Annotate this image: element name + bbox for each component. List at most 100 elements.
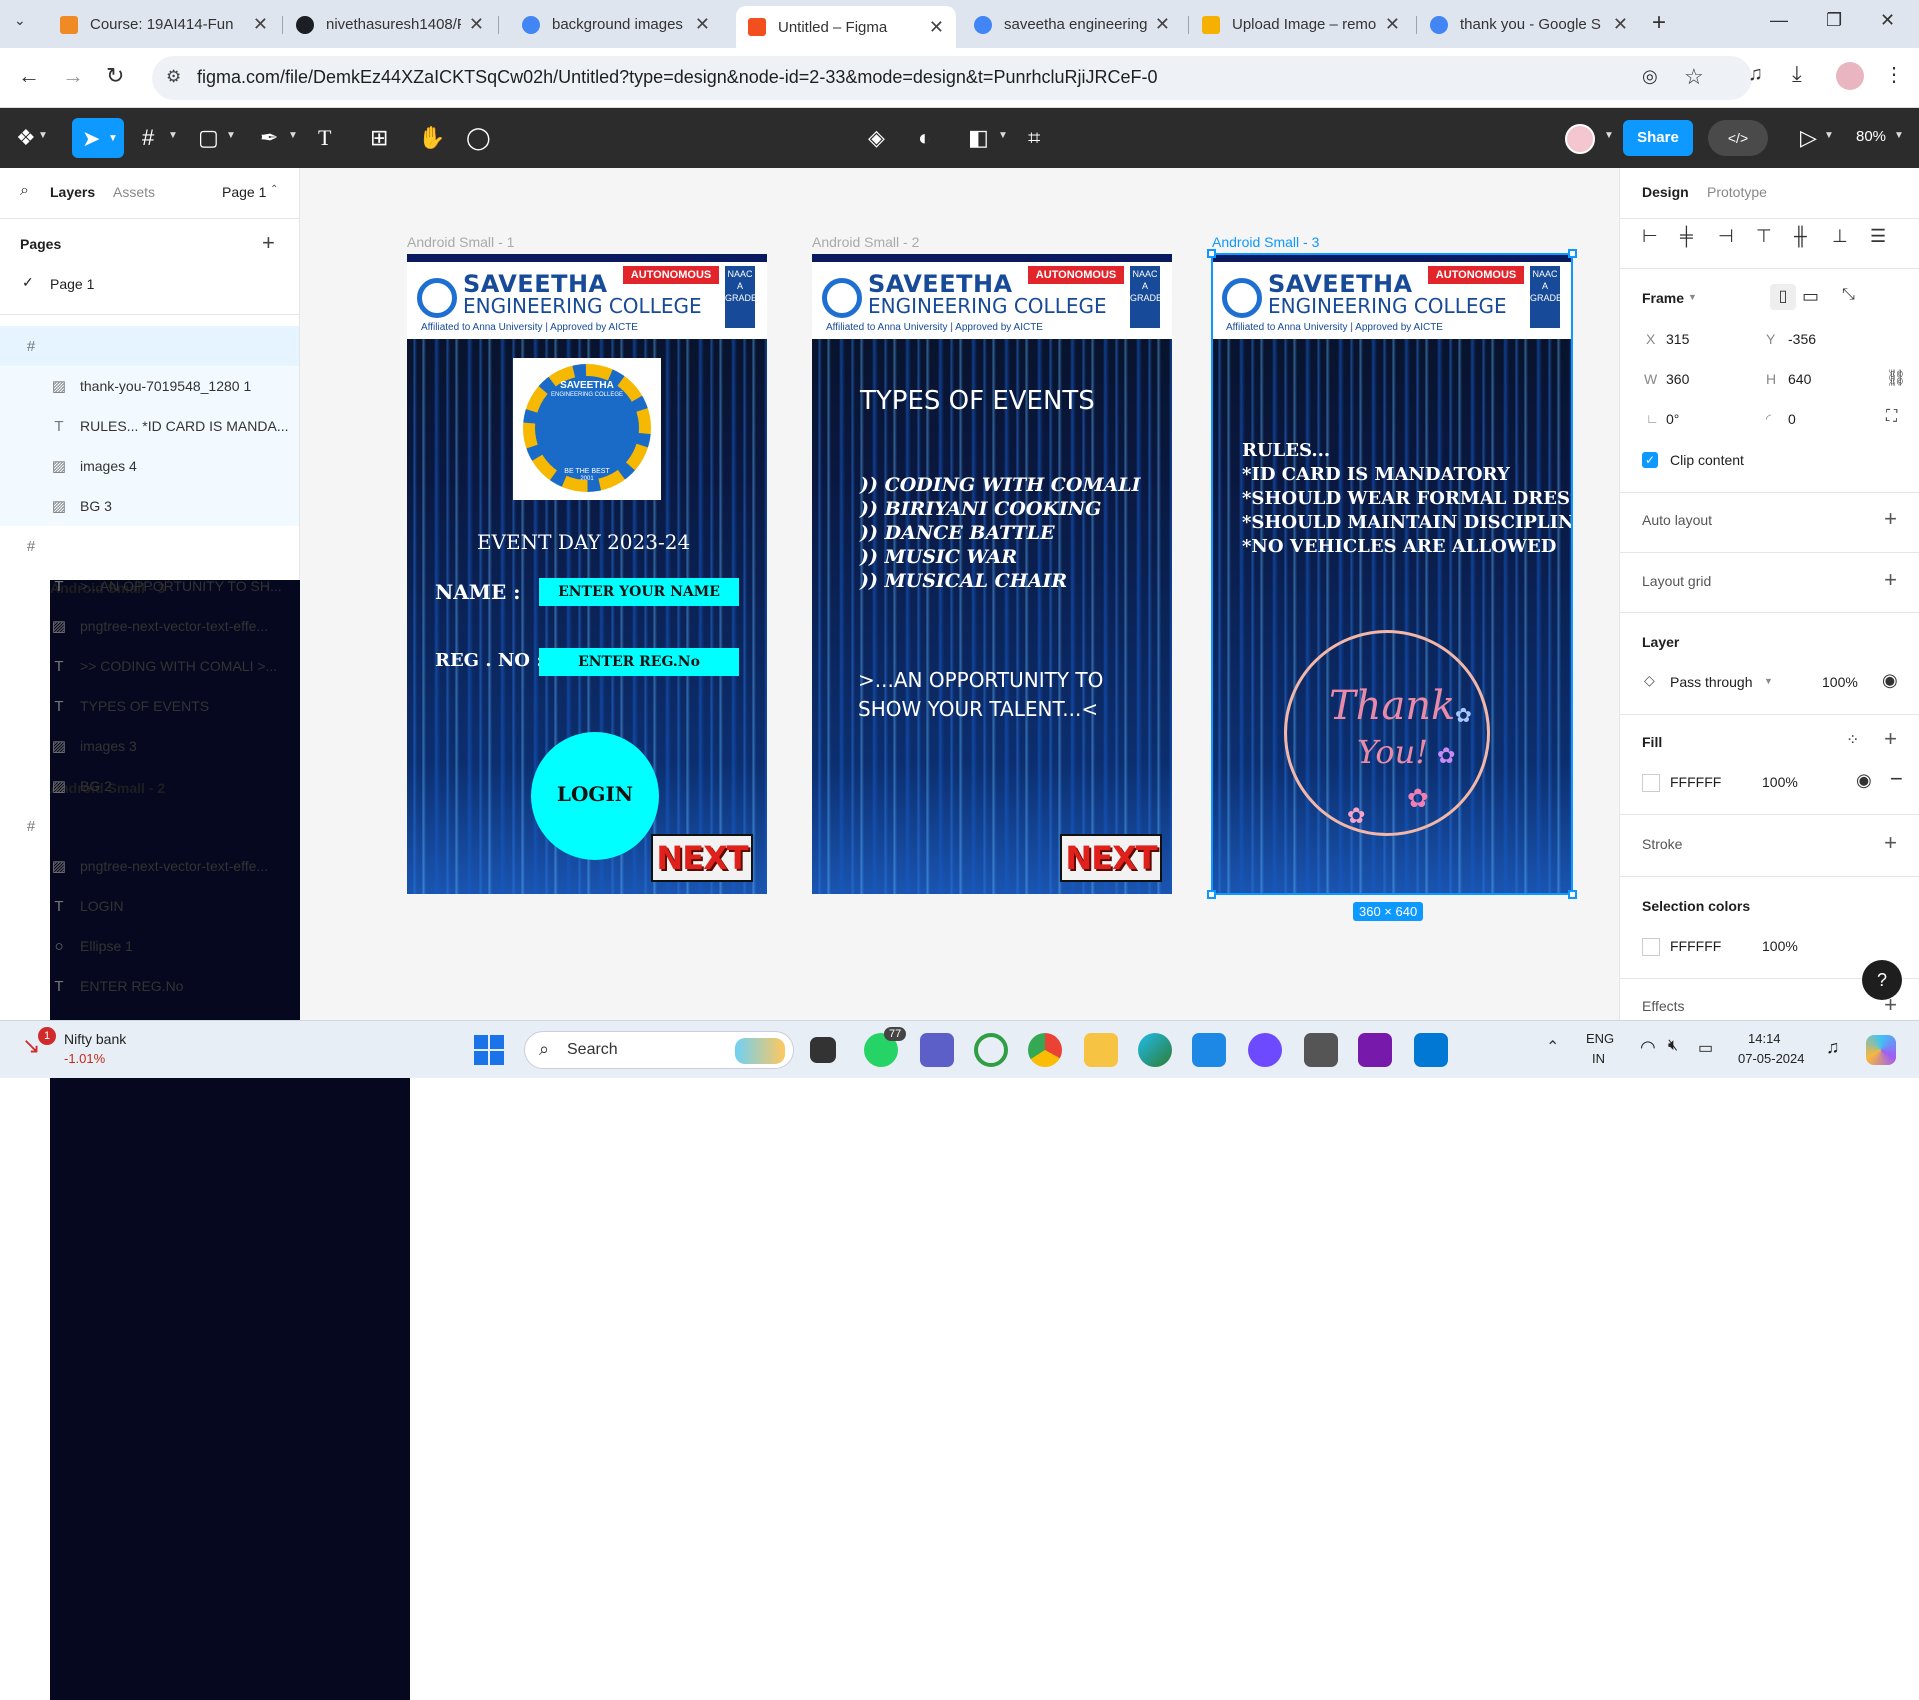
reload-icon[interactable]: ↻ <box>106 63 124 89</box>
crop-icon[interactable]: ⌗ <box>1028 125 1040 151</box>
align-middle-v-icon[interactable]: ╫ <box>1794 226 1807 247</box>
layer-item[interactable]: ▨ images 3 <box>0 726 299 766</box>
resize-handle[interactable] <box>1207 890 1216 899</box>
layer-item[interactable]: T RULES... *ID CARD IS MANDA... <box>0 406 299 446</box>
clock-date[interactable]: 07-05-2024 <box>1738 1051 1805 1066</box>
chevron-down-icon[interactable]: ▼ <box>1764 676 1773 686</box>
volume-muted-icon[interactable]: 🔇︎ <box>1668 1037 1678 1055</box>
clock-time[interactable]: 14:14 <box>1748 1031 1781 1046</box>
download-icon[interactable]: ⤓ <box>1792 61 1802 87</box>
chevron-up-icon[interactable]: ⌃ <box>1546 1037 1559 1057</box>
browser-tab[interactable]: thank you - Google S ✕ <box>1418 7 1640 42</box>
move-tool-button[interactable]: ➤ ▼ <box>72 118 124 158</box>
layer-item[interactable]: T >> CODING WITH COMALI >... <box>0 646 299 686</box>
tab-prototype[interactable]: Prototype <box>1707 184 1767 200</box>
layer-item[interactable]: T LOGIN <box>0 886 299 926</box>
user-avatar[interactable] <box>1565 124 1595 154</box>
hand-tool-icon[interactable]: ✋ <box>418 125 445 151</box>
align-top-icon[interactable]: ⊤ <box>1756 226 1772 247</box>
search-icon[interactable]: ⌕ <box>20 182 29 200</box>
align-bottom-icon[interactable]: ⊥ <box>1832 226 1848 247</box>
task-view-icon[interactable] <box>810 1037 836 1063</box>
fill-opacity[interactable]: 100% <box>1762 774 1798 790</box>
browser-tab[interactable]: saveetha engineering ✕ <box>962 7 1182 42</box>
frame-tool-icon[interactable]: # <box>142 125 154 151</box>
close-icon[interactable]: ✕ <box>929 17 944 38</box>
zoom-level[interactable]: 80% <box>1856 128 1886 145</box>
close-icon[interactable]: ✕ <box>1155 14 1170 35</box>
browser-menu-icon[interactable]: ⋮ <box>1884 62 1904 87</box>
tab-assets[interactable]: Assets <box>113 184 155 200</box>
close-icon[interactable]: ✕ <box>253 14 268 35</box>
teams-icon[interactable] <box>920 1033 954 1067</box>
login-button[interactable]: LOGIN <box>531 732 659 860</box>
dev-mode-toggle[interactable]: </> <box>1708 120 1768 156</box>
notification-bell-icon[interactable]: ♫ <box>1826 1037 1840 1058</box>
clip-content-checkbox[interactable]: ✓ <box>1642 452 1658 468</box>
edge-icon[interactable] <box>1138 1033 1172 1067</box>
add-auto-layout-icon[interactable]: + <box>1884 506 1897 532</box>
selection-color-opacity[interactable]: 100% <box>1762 938 1798 954</box>
copilot-icon[interactable] <box>1866 1035 1896 1065</box>
minimize-icon[interactable]: — <box>1770 10 1788 31</box>
layer-item[interactable]: ○ Ellipse 1 <box>0 926 299 966</box>
new-tab-icon[interactable]: + <box>1652 9 1666 37</box>
width-field[interactable]: 360 <box>1666 371 1689 387</box>
app-j-icon[interactable] <box>1304 1033 1338 1067</box>
selection-color-swatch[interactable] <box>1642 938 1660 956</box>
y-field[interactable]: -356 <box>1788 331 1816 347</box>
help-button[interactable]: ? <box>1862 960 1902 1000</box>
close-icon[interactable]: ✕ <box>1385 14 1400 35</box>
battery-icon[interactable]: ▭ <box>1698 1038 1713 1058</box>
layer-item[interactable]: ▨ images 4 <box>0 446 299 486</box>
browser-tab[interactable]: nivethasuresh1408/F ✕ <box>284 7 496 42</box>
add-fill-icon[interactable]: + <box>1884 726 1897 752</box>
chevron-down-icon[interactable]: ▼ <box>226 130 236 141</box>
comment-tool-icon[interactable]: ◯ <box>466 125 491 151</box>
vscode-icon[interactable] <box>1414 1033 1448 1067</box>
mask-icon[interactable]: ◐ <box>918 125 931 151</box>
layer-item[interactable]: ▨ pngtree-next-vector-text-effe... <box>0 606 299 646</box>
layer-frame-android-small-2[interactable]: # Android Small - 2 <box>0 526 410 1420</box>
browser-tab[interactable]: Upload Image – remo ✕ <box>1190 7 1412 42</box>
bookmark-star-icon[interactable]: ☆ <box>1684 64 1704 90</box>
layer-item[interactable]: ▨ BG 2 <box>0 766 299 806</box>
layer-frame-android-small-3[interactable]: # Android Small - 3 <box>0 326 410 1220</box>
onenote-icon[interactable] <box>1358 1033 1392 1067</box>
url-text[interactable]: figma.com/file/DemkEz44XZaICKTSqCw02h/Un… <box>197 67 1158 88</box>
radius-field[interactable]: 0 <box>1788 411 1796 427</box>
browser-tab[interactable]: Course: 19AI414-Fun ✕ <box>48 7 280 42</box>
layer-frame-android-small-1[interactable]: # Android Small - 1 <box>0 806 410 1700</box>
next-button[interactable]: NEXT <box>651 834 753 882</box>
fill-visibility-eye-icon[interactable]: ◉ <box>1856 770 1872 791</box>
start-button[interactable] <box>474 1035 504 1065</box>
blend-mode-select[interactable]: Pass through <box>1670 674 1753 690</box>
add-stroke-icon[interactable]: + <box>1884 830 1897 856</box>
chevron-down-icon[interactable]: ▼ <box>1894 130 1904 141</box>
frame-android-small-1[interactable]: SAVEETHA ENGINEERING COLLEGE Affiliated … <box>407 254 767 894</box>
browser-tab-active[interactable]: Untitled – Figma ✕ <box>736 6 956 48</box>
forward-icon[interactable]: → <box>62 63 84 89</box>
chevron-down-icon[interactable]: ▼ <box>998 130 1008 141</box>
portrait-icon[interactable]: ▯ <box>1770 284 1796 310</box>
layer-item[interactable]: T >...AN OPPORTUNITY TO SH... <box>0 566 299 606</box>
rotation-field[interactable]: 0° <box>1666 411 1679 427</box>
resize-to-fit-icon[interactable]: ⤡ <box>1842 286 1855 304</box>
page-item[interactable]: Page 1 <box>50 276 94 292</box>
maximize-icon[interactable]: ❐ <box>1826 10 1842 31</box>
chevron-down-icon[interactable]: ▼ <box>168 130 178 141</box>
frame-label-selected[interactable]: Android Small - 3 <box>1212 234 1319 250</box>
wifi-icon[interactable]: ◠ <box>1640 1037 1656 1058</box>
chevron-down-icon[interactable]: ▼ <box>38 130 48 141</box>
url-field[interactable]: ⚙ figma.com/file/DemkEz44XZaICKTSqCw02h/… <box>152 56 1752 100</box>
tab-layers[interactable]: Layers <box>50 184 95 200</box>
close-icon[interactable]: ✕ <box>695 14 710 35</box>
visibility-eye-icon[interactable]: ◉ <box>1882 670 1898 691</box>
name-input[interactable]: ENTER YOUR NAME <box>539 578 739 606</box>
browser-tab[interactable]: background images v ✕ <box>510 7 722 42</box>
language-line1[interactable]: ENG <box>1586 1031 1614 1046</box>
add-page-icon[interactable]: + <box>262 230 275 256</box>
eye-off-icon[interactable]: ◎ <box>1642 66 1658 87</box>
frame-label[interactable]: Android Small - 1 <box>407 234 514 250</box>
landscape-icon[interactable]: ▭ <box>1802 286 1819 307</box>
